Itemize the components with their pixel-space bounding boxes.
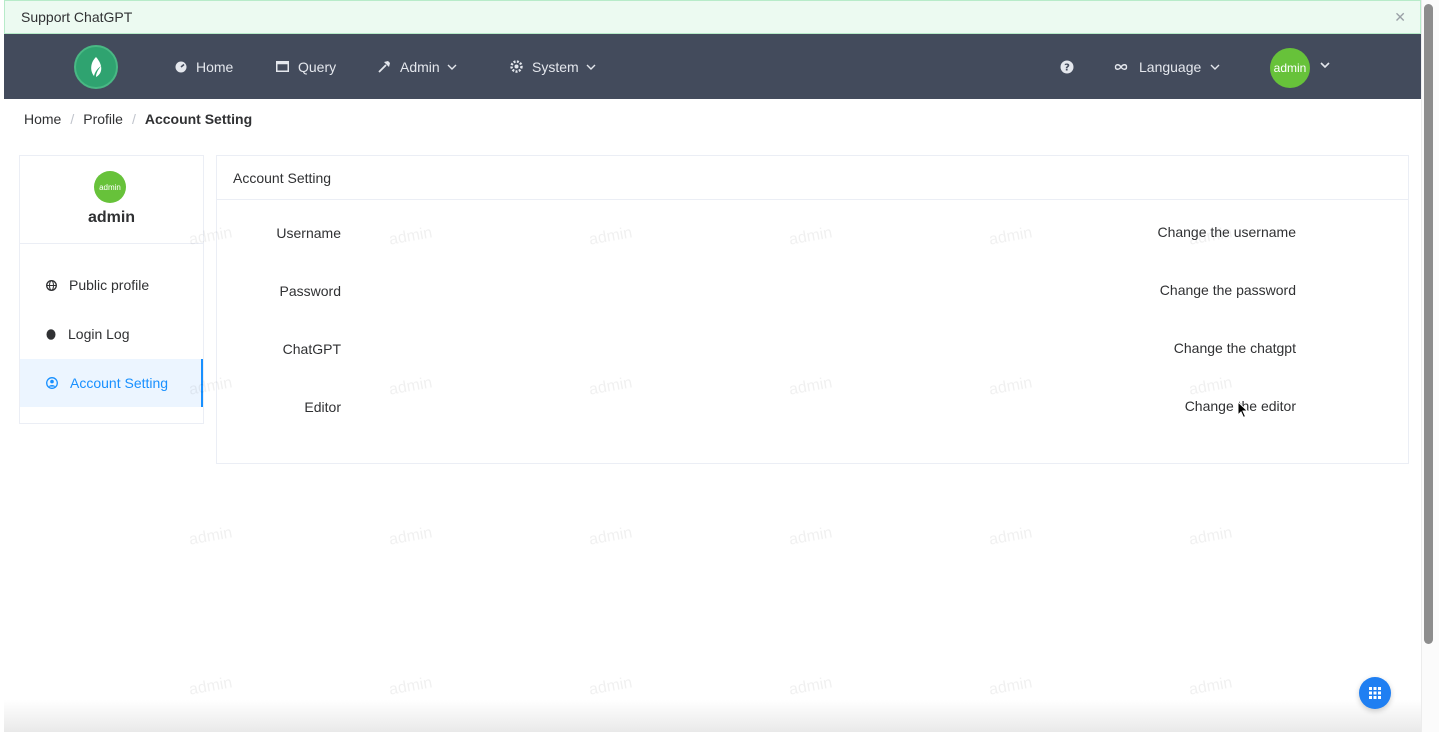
support-alert: Support ChatGPT ✕ — [4, 0, 1421, 34]
menu-label: Login Log — [68, 326, 130, 342]
watermark: admin — [1187, 674, 1234, 699]
grid-icon — [1369, 687, 1381, 699]
watermark: admin — [387, 524, 434, 549]
top-navbar: Home Query Admin System ? Language admin — [4, 34, 1421, 99]
watermark: admin — [587, 674, 634, 699]
language-dropdown[interactable]: Language — [1114, 34, 1220, 99]
close-icon[interactable]: ✕ — [1394, 10, 1406, 24]
profile-name: admin — [87, 209, 136, 226]
nav-item-query[interactable]: Query — [276, 34, 336, 99]
chevron-down-icon — [447, 64, 457, 70]
menu-item-account-setting[interactable]: Account Setting — [20, 359, 203, 407]
card-header: Account Setting — [217, 156, 1408, 200]
breadcrumb-home[interactable]: Home — [24, 111, 61, 127]
setting-label-password: Password — [279, 283, 341, 299]
nav-item-system[interactable]: System — [510, 34, 596, 99]
chevron-down-icon — [586, 64, 596, 70]
nav-item-admin[interactable]: Admin — [378, 34, 457, 99]
watermark: admin — [387, 674, 434, 699]
setting-label-username: Username — [276, 225, 341, 241]
svg-text:?: ? — [1064, 63, 1070, 74]
bottom-edge — [4, 700, 1421, 732]
watermark: admin — [987, 674, 1034, 699]
nav-item-home[interactable]: Home — [175, 34, 233, 99]
nav-label-admin: Admin — [400, 58, 440, 75]
watermark: admin — [187, 524, 234, 549]
chevron-down-icon[interactable] — [1320, 62, 1330, 68]
watermark: admin — [587, 524, 634, 549]
breadcrumb-current: Account Setting — [144, 111, 253, 127]
language-label: Language — [1139, 58, 1202, 75]
app-frame: Support ChatGPT ✕ Home Query Admin Syste… — [4, 0, 1421, 732]
window-icon — [276, 61, 289, 72]
change-password-link[interactable]: Change the password — [1160, 282, 1296, 298]
avatar: admin — [94, 171, 126, 203]
dashboard-icon — [175, 61, 187, 73]
menu-item-public-profile[interactable]: Public profile — [20, 261, 203, 309]
divider — [20, 243, 203, 244]
infinity-icon — [1114, 63, 1128, 71]
setting-label-chatgpt: ChatGPT — [282, 341, 341, 357]
breadcrumb-profile[interactable]: Profile — [83, 111, 123, 127]
setting-label-editor: Editor — [304, 399, 341, 415]
breadcrumb: Home / Profile / Account Setting — [24, 111, 252, 127]
menu-label: Public profile — [69, 277, 150, 293]
change-chatgpt-link[interactable]: Change the chatgpt — [1174, 340, 1296, 356]
question-circle-icon[interactable]: ? — [1060, 60, 1074, 74]
mouse-cursor-icon — [1237, 400, 1249, 424]
globe-icon — [46, 279, 57, 291]
nav-label-system: System — [532, 58, 579, 75]
egg-icon — [46, 328, 56, 340]
breadcrumb-separator: / — [131, 111, 136, 127]
change-username-link[interactable]: Change the username — [1157, 224, 1296, 240]
gear-icon — [510, 60, 523, 73]
user-circle-icon — [46, 377, 58, 389]
scrollbar-thumb[interactable] — [1424, 4, 1433, 644]
menu-label: Account Setting — [70, 375, 169, 391]
alert-text: Support ChatGPT — [21, 9, 133, 25]
watermark: admin — [1187, 524, 1234, 549]
menu-item-login-log[interactable]: Login Log — [20, 310, 203, 358]
apps-grid-button[interactable] — [1359, 677, 1391, 709]
card-title: Account Setting — [233, 170, 332, 186]
nav-label-home: Home — [196, 58, 234, 75]
leaf-logo-icon[interactable] — [74, 45, 118, 89]
breadcrumb-separator: / — [70, 111, 75, 127]
chevron-down-icon — [1210, 64, 1220, 70]
watermark: admin — [787, 674, 834, 699]
account-setting-card: Account Setting Username Change the user… — [216, 155, 1409, 464]
watermark: admin — [187, 674, 234, 699]
watermark: admin — [787, 524, 834, 549]
nav-label-query: Query — [298, 58, 337, 75]
hammer-icon — [378, 60, 391, 73]
user-avatar[interactable]: admin — [1270, 48, 1310, 88]
watermark: admin — [987, 524, 1034, 549]
profile-card: admin admin Public profile Login Log Acc… — [19, 155, 204, 424]
